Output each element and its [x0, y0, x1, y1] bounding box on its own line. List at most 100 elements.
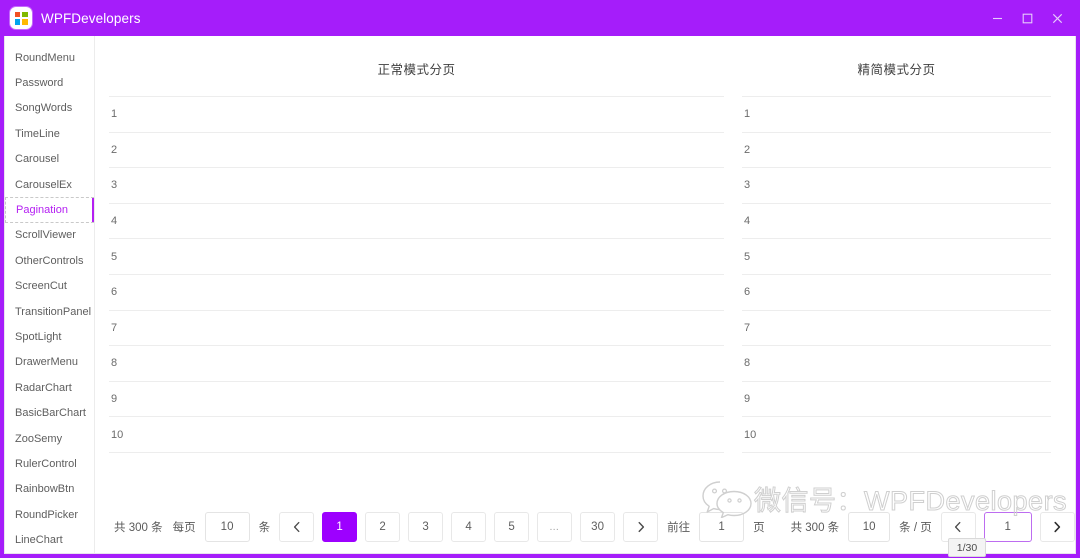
window-title: WPFDevelopers — [41, 10, 141, 26]
panel-simple-pagination: 精简模式分页 1 2 3 4 5 6 7 8 9 10 — [738, 36, 1067, 500]
window-controls — [982, 0, 1080, 36]
list-item[interactable]: 2 — [742, 133, 1051, 169]
sidebar-item-scrollviewer[interactable]: ScrollViewer — [5, 223, 94, 248]
simple-page-size-input[interactable]: 10 — [848, 512, 891, 542]
list-item[interactable]: 7 — [109, 311, 724, 347]
close-icon — [1052, 13, 1062, 23]
sidebar-item-drawermenu[interactable]: DrawerMenu — [5, 350, 94, 375]
per-page-label: 每页 — [172, 522, 196, 534]
page-button-label: 2 — [379, 521, 386, 533]
sidebar-item-rulercontrol[interactable]: RulerControl — [5, 451, 94, 476]
sidebar-item-timeline[interactable]: TimeLine — [5, 121, 94, 146]
sidebar-item-linechart[interactable]: LineChart — [5, 527, 94, 552]
sidebar-item-label: Carousel — [15, 153, 60, 166]
list-item-label: 1 — [744, 108, 751, 121]
page-button-label: 3 — [422, 521, 429, 533]
list-item[interactable]: 4 — [109, 204, 724, 240]
list-item[interactable]: 10 — [109, 417, 724, 453]
sidebar-item-othercontrols[interactable]: OtherControls — [5, 248, 94, 273]
list-item[interactable]: 9 — [742, 382, 1051, 418]
list-item-label: 9 — [111, 393, 118, 406]
page-button-label: … — [549, 521, 561, 533]
simple-next-page-button[interactable] — [1039, 512, 1075, 542]
simple-page-size-unit-label: 条 / 页 — [899, 522, 932, 534]
sidebar-nav[interactable]: RoundMenu Password SongWords TimeLine Carous… — [5, 36, 95, 553]
page-size-input[interactable]: 10 — [204, 512, 250, 542]
minimize-icon — [992, 17, 1002, 19]
sidebar-item-basicbarchart[interactable]: BasicBarChart — [5, 400, 94, 425]
maximize-button[interactable] — [1012, 0, 1042, 36]
application-window: WPFDevelopers RoundMenu Password SongWor… — [0, 0, 1080, 558]
list-item[interactable]: 1 — [109, 97, 724, 133]
chevron-right-icon — [638, 521, 644, 533]
sidebar-item-transitionpanel[interactable]: TransitionPanel — [5, 299, 94, 324]
page-button-30[interactable]: 30 — [580, 512, 616, 542]
list-item-label: 5 — [111, 250, 118, 263]
sidebar-item-songwords[interactable]: SongWords — [5, 96, 94, 121]
page-button-3[interactable]: 3 — [408, 512, 444, 542]
list-item[interactable]: 7 — [742, 311, 1051, 347]
sidebar-item-password[interactable]: Password — [5, 70, 94, 95]
content-area: 正常模式分页 1 2 3 4 5 6 7 8 9 10 精简模式分页 1 2 3 4 5 6 7 8 9 10 共 … — [95, 36, 1075, 553]
sidebar-item-roundmenu[interactable]: RoundMenu — [5, 45, 94, 70]
pagination-normal: 共 300 条 每页 10 条 1 2 3 4 5… 30 前往 1 页 — [109, 512, 770, 542]
title-bar: WPFDevelopers — [0, 0, 1080, 36]
sidebar-item-roundpicker[interactable]: RoundPicker — [5, 502, 94, 527]
chevron-left-icon — [293, 521, 300, 533]
minimize-button[interactable] — [982, 0, 1012, 36]
list-item[interactable]: 9 — [109, 382, 724, 418]
sidebar-item-carousel[interactable]: Carousel — [5, 147, 94, 172]
list-item[interactable]: 6 — [109, 275, 724, 311]
page-ellipsis[interactable]: … — [537, 512, 573, 542]
list-item[interactable]: 6 — [742, 275, 1051, 311]
sidebar-item-spotlight[interactable]: SpotLight — [5, 324, 94, 349]
list-item-label: 10 — [744, 428, 757, 441]
panel-normal-pagination: 正常模式分页 1 2 3 4 5 6 7 8 9 10 — [95, 36, 738, 500]
sidebar-item-label: RainbowBtn — [15, 483, 75, 496]
sidebar-item-label: SpotLight — [15, 330, 62, 343]
list-normal: 1 2 3 4 5 6 7 8 9 10 — [109, 96, 724, 453]
page-number-list: 1 2 3 4 5 … 30 — [318, 512, 619, 542]
list-item[interactable]: 8 — [742, 346, 1051, 382]
list-item-label: 2 — [111, 143, 118, 156]
list-item[interactable]: 10 — [742, 417, 1051, 453]
list-item[interactable]: 4 — [742, 204, 1051, 240]
close-button[interactable] — [1042, 0, 1072, 36]
simple-total-count-label: 共 300 条 — [790, 522, 840, 534]
page-button-2[interactable]: 2 — [365, 512, 401, 542]
sidebar-item-zoosemy[interactable]: ZooSemy — [5, 426, 94, 451]
sidebar-item-rainbowbtn[interactable]: RainbowBtn — [5, 477, 94, 502]
next-page-button[interactable] — [623, 512, 659, 542]
list-item[interactable]: 2 — [109, 133, 724, 169]
chevron-right-icon — [1054, 521, 1061, 533]
sidebar-item-label: Pagination — [16, 204, 68, 217]
page-button-label: 30 — [591, 521, 604, 533]
sidebar-item-screencut[interactable]: ScreenCut — [5, 274, 94, 299]
panel-title-normal: 正常模式分页 — [377, 63, 456, 77]
list-item-label: 4 — [111, 215, 118, 228]
sidebar-item-label: CarouselEx — [15, 178, 72, 191]
sidebar-item-radarchart[interactable]: RadarChart — [5, 375, 94, 400]
app-logo-icon — [10, 7, 32, 29]
list-item[interactable]: 1 — [742, 97, 1051, 133]
goto-page-input[interactable]: 1 — [699, 512, 745, 542]
simple-current-page-input[interactable]: 1 — [983, 512, 1032, 542]
sidebar-item-label: Password — [15, 77, 64, 90]
list-item[interactable]: 8 — [109, 346, 724, 382]
list-item[interactable]: 3 — [742, 168, 1051, 204]
goto-unit-label: 页 — [753, 522, 765, 534]
list-item[interactable]: 3 — [109, 168, 724, 204]
list-item-label: 7 — [744, 321, 751, 334]
list-item[interactable]: 5 — [742, 239, 1051, 275]
prev-page-button[interactable] — [279, 512, 315, 542]
sidebar-item-pagination[interactable]: Pagination — [5, 197, 94, 223]
sidebar-item-label: ZooSemy — [15, 432, 63, 445]
sidebar-item-label: RadarChart — [15, 381, 72, 394]
sidebar-item-carouselex[interactable]: CarouselEx — [5, 172, 94, 197]
page-button-4[interactable]: 4 — [451, 512, 487, 542]
list-item[interactable]: 5 — [109, 239, 724, 275]
sidebar-item-label: RulerControl — [15, 457, 77, 470]
page-button-1[interactable]: 1 — [322, 512, 358, 542]
page-button-5[interactable]: 5 — [494, 512, 530, 542]
pagination-simple: 共 300 条 10 条 / 页 1 — [786, 512, 1075, 542]
